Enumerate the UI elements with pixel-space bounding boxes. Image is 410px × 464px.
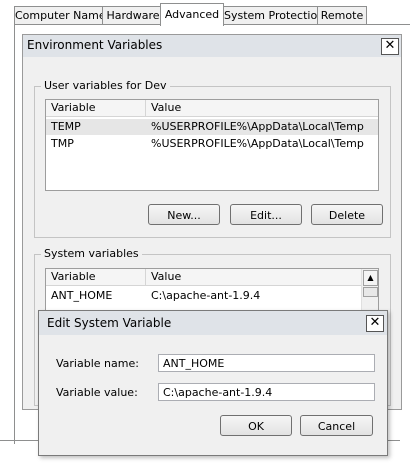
- edit-dialog-titlebar: Edit System Variable ✕: [39, 311, 387, 335]
- row-variable: ANT_HOME: [51, 289, 113, 302]
- tab-advanced[interactable]: Advanced: [160, 3, 224, 26]
- cancel-button[interactable]: Cancel: [300, 415, 373, 436]
- delete-user-variable-button[interactable]: Delete: [311, 204, 383, 225]
- env-titlebar: Environment Variables ✕: [23, 35, 401, 57]
- env-close-button[interactable]: ✕: [381, 38, 399, 55]
- screen: Computer Name Hardware Advanced System P…: [0, 0, 410, 464]
- edit-close-button[interactable]: ✕: [366, 315, 384, 332]
- tab-system-protection[interactable]: System Protection: [223, 6, 324, 25]
- variable-value-input[interactable]: C:\apache-ant-1.9.4: [158, 383, 375, 401]
- close-icon: ✕: [369, 315, 381, 330]
- table-row[interactable]: TEMP %USERPROFILE%\AppData\Local\Temp: [46, 119, 378, 135]
- user-variables-group: User variables for Dev Variable Value TE…: [34, 79, 391, 238]
- edit-user-variable-button[interactable]: Edit...: [230, 204, 302, 225]
- column-header-variable[interactable]: Variable: [46, 100, 146, 116]
- row-value: C:\apache-ant-1.9.4: [151, 289, 261, 302]
- scroll-up-arrow-icon[interactable]: ▲: [363, 270, 378, 286]
- tab-hardware[interactable]: Hardware: [102, 6, 164, 25]
- close-icon: ✕: [384, 38, 396, 53]
- user-variables-list[interactable]: Variable Value TEMP %USERPROFILE%\AppDat…: [45, 99, 379, 191]
- user-variables-label: User variables for Dev: [41, 79, 170, 92]
- row-variable: TMP: [51, 137, 74, 150]
- ok-button[interactable]: OK: [220, 415, 292, 436]
- column-header-variable[interactable]: Variable: [46, 269, 146, 285]
- table-row[interactable]: TMP %USERPROFILE%\AppData\Local\Temp: [46, 136, 378, 152]
- system-variables-label: System variables: [41, 247, 142, 260]
- scroll-thumb[interactable]: [363, 287, 378, 297]
- tab-remote[interactable]: Remote: [317, 6, 367, 25]
- user-list-header: Variable Value: [46, 100, 378, 117]
- variable-value-label: Variable value:: [56, 386, 138, 399]
- table-row[interactable]: ANT_HOME C:\apache-ant-1.9.4: [46, 288, 362, 304]
- variable-name-label: Variable name:: [56, 357, 139, 370]
- row-value: %USERPROFILE%\AppData\Local\Temp: [151, 120, 364, 133]
- edit-system-variable-dialog: Edit System Variable ✕ Variable name: AN…: [38, 310, 388, 456]
- column-header-value[interactable]: Value: [146, 100, 181, 116]
- row-variable: TEMP: [51, 120, 81, 133]
- row-value: %USERPROFILE%\AppData\Local\Temp: [151, 137, 364, 150]
- new-user-variable-button[interactable]: New...: [148, 204, 220, 225]
- tab-computer-name[interactable]: Computer Name: [14, 6, 106, 25]
- column-header-value[interactable]: Value: [146, 269, 181, 285]
- variable-name-input[interactable]: ANT_HOME: [158, 354, 375, 372]
- env-window-title: Environment Variables: [27, 38, 163, 52]
- edit-dialog-title: Edit System Variable: [47, 316, 172, 330]
- system-list-header: Variable Value: [46, 269, 362, 286]
